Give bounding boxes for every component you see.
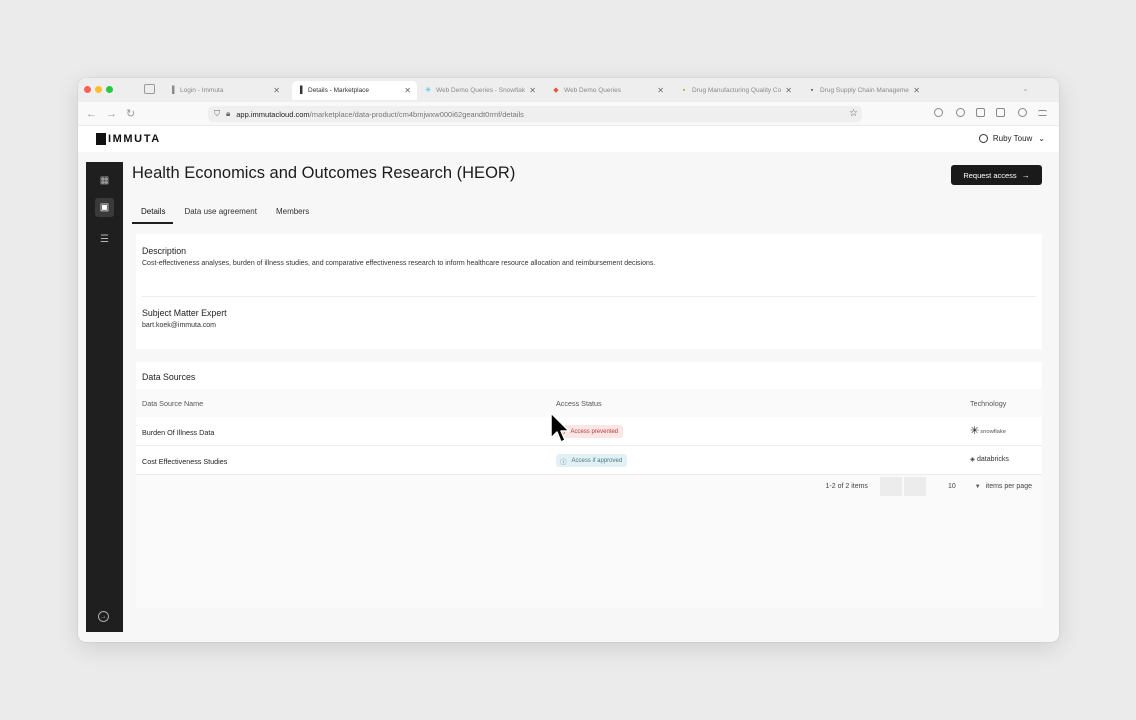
- technology-logo: ✳ snowflake: [970, 425, 1006, 437]
- column-header-status[interactable]: Access Status: [556, 399, 602, 408]
- prev-page-button[interactable]: [879, 477, 902, 496]
- checklist-icon: ☰: [100, 234, 109, 245]
- window-maximize-button[interactable]: [106, 86, 113, 93]
- app-sidebar: ▦ ▣ ☰ →: [86, 162, 123, 632]
- sme-email: bart.koek@immuta.com: [142, 322, 217, 329]
- caret-down-icon[interactable]: ▼: [975, 484, 981, 490]
- pagination: 1-2 of 2 items 10 ▼ items per page: [826, 477, 1032, 496]
- shield-icon: ⛉: [214, 109, 220, 118]
- page-tabs: Details Data use agreement Members: [132, 207, 319, 224]
- snowflake-icon: ✳: [425, 87, 431, 94]
- close-icon[interactable]: ✕: [913, 86, 920, 95]
- close-icon[interactable]: ✕: [529, 86, 536, 95]
- data-sources-header: Data Sources: [136, 362, 1042, 389]
- sidebar-item-requests[interactable]: ☰: [95, 230, 114, 249]
- column-header-name[interactable]: Data Source Name: [142, 399, 203, 408]
- lock-icon: 🔒︎: [226, 109, 231, 118]
- tab-details[interactable]: Details: [132, 207, 174, 224]
- forward-icon[interactable]: →: [106, 107, 117, 121]
- divider: [142, 296, 1036, 297]
- archive-icon: ▣: [99, 202, 110, 213]
- databricks-icon: ◆: [553, 87, 559, 94]
- description-heading: Description: [142, 246, 187, 256]
- sidebar-item-dashboard[interactable]: ▦: [95, 171, 114, 190]
- window-minimize-button[interactable]: [95, 86, 102, 93]
- user-name: Ruby Touw: [992, 134, 1033, 143]
- status-badge: ⓘ Access if approved: [556, 454, 628, 467]
- browser-tab-queries[interactable]: ◆ Web Demo Queries ✕: [548, 81, 670, 100]
- back-icon[interactable]: ←: [86, 107, 97, 121]
- table-row[interactable]: Cost Effectiveness Studies ⓘ Access if a…: [136, 446, 1042, 475]
- close-icon[interactable]: ✕: [273, 86, 280, 95]
- page-size-value[interactable]: 10: [948, 483, 956, 490]
- window-close-button[interactable]: [84, 86, 91, 93]
- mouse-cursor-icon: [550, 412, 570, 443]
- user-menu[interactable]: Ruby Touw ⌄: [978, 134, 1045, 143]
- browser-tab-drug-supply[interactable]: ▪ Drug Supply Chain Managemen ✕: [804, 81, 926, 100]
- details-card: Description Cost-effectiveness analyses,…: [136, 234, 1042, 349]
- request-access-button[interactable]: Request access →: [951, 165, 1042, 185]
- browser-toolbar: ← → ↻ ⛉ 🔒︎ app.immutacloud.com/marketpla…: [78, 102, 1059, 126]
- user-icon: [978, 134, 988, 143]
- folder-icon: ▪: [682, 87, 686, 94]
- technology-logo: ◈ databricks: [970, 455, 1009, 464]
- tab-list-chevron-icon[interactable]: ⌄: [1022, 84, 1029, 93]
- immuta-icon: ▐: [169, 87, 175, 94]
- app-header: IMMUTA Ruby Touw ⌄: [78, 126, 1059, 152]
- page-title: Health Economics and Outcomes Research (…: [132, 164, 516, 182]
- screenshot-icon[interactable]: [996, 108, 1005, 117]
- data-sources-table: Data Source Name Access Status Technolog…: [136, 389, 1042, 608]
- address-bar[interactable]: ⛉ 🔒︎ app.immutacloud.com/marketplace/dat…: [208, 106, 862, 122]
- data-sources-heading: Data Sources: [142, 372, 196, 382]
- menu-icon[interactable]: [1038, 110, 1047, 116]
- search-icon[interactable]: [1018, 108, 1027, 117]
- logo-mark: [96, 133, 106, 145]
- browser-tab-details[interactable]: ▐ Details - Marketplace ✕: [292, 81, 417, 100]
- account-icon[interactable]: [956, 108, 965, 117]
- databricks-icon: ◈: [970, 456, 975, 463]
- close-icon[interactable]: ✕: [657, 86, 664, 95]
- browser-window: ▐ Login - Immuta ✕ ▐ Details - Marketpla…: [78, 78, 1059, 642]
- table-row[interactable]: Burden Of Illness Data ⊘ Access prevente…: [136, 417, 1042, 446]
- reload-icon[interactable]: ↻: [126, 107, 135, 121]
- close-icon[interactable]: ✕: [404, 86, 411, 95]
- close-icon[interactable]: ✕: [785, 86, 792, 95]
- browser-tab-login[interactable]: ▐ Login - Immuta ✕: [164, 81, 286, 100]
- column-header-technology[interactable]: Technology: [970, 399, 1006, 408]
- tab-members[interactable]: Members: [267, 207, 317, 224]
- browser-tab-strip: ▐ Login - Immuta ✕ ▐ Details - Marketpla…: [78, 78, 1059, 102]
- grid-icon: ▦: [99, 175, 110, 186]
- data-source-name[interactable]: Burden Of Illness Data: [142, 428, 214, 437]
- description-text: Cost-effectiveness analyses, burden of i…: [142, 260, 656, 267]
- browser-tab-snowflake[interactable]: ✳ Web Demo Queries - Snowflake ✕: [420, 81, 542, 100]
- extension-icon[interactable]: [976, 108, 985, 117]
- app-icon: ▪: [810, 87, 814, 94]
- bookmark-star-icon[interactable]: ☆: [849, 108, 858, 119]
- url-text: app.immutacloud.com/marketplace/data-pro…: [236, 109, 524, 119]
- immuta-icon: ▐: [297, 87, 303, 94]
- tab-data-use-agreement[interactable]: Data use agreement: [175, 207, 265, 224]
- snowflake-icon: ✳: [970, 425, 980, 437]
- browser-tab-drug-manufacturing[interactable]: ▪ Drug Manufacturing Quality Co ✕: [676, 81, 798, 100]
- sme-heading: Subject Matter Expert: [142, 308, 227, 318]
- pocket-icon[interactable]: [934, 108, 943, 117]
- pagination-count: 1-2 of 2 items: [825, 483, 868, 490]
- next-page-button[interactable]: [903, 477, 926, 496]
- sidebar-item-marketplace[interactable]: ▣: [95, 198, 114, 217]
- chevron-down-icon: ⌄: [1038, 134, 1045, 143]
- tab-overview-icon[interactable]: [144, 84, 155, 94]
- data-source-name[interactable]: Cost Effectiveness Studies: [142, 457, 227, 466]
- page-size-label: items per page: [985, 483, 1032, 490]
- logout-icon[interactable]: →: [98, 611, 109, 622]
- immuta-logo[interactable]: IMMUTA: [96, 133, 161, 145]
- info-icon: ⓘ: [560, 458, 567, 466]
- arrow-right-icon: →: [1021, 170, 1030, 180]
